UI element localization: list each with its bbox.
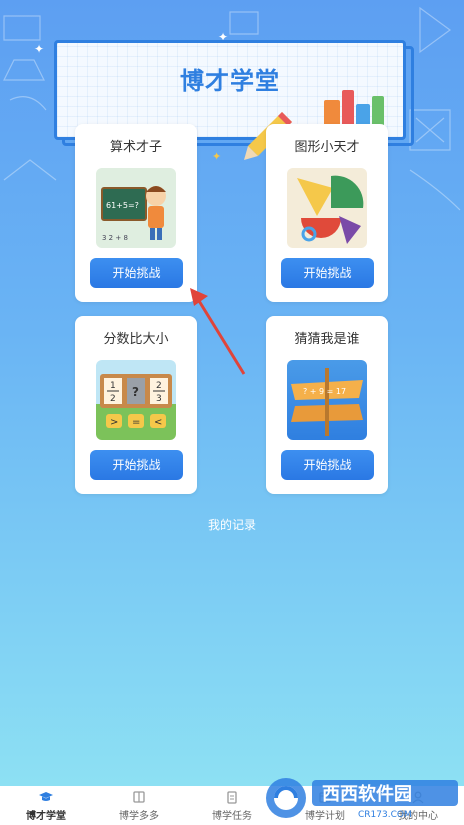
guess-illustration: ? + 9 = 17 <box>287 360 367 440</box>
watermark-url: CR173.COM <box>358 810 412 820</box>
svg-text:3: 3 <box>156 394 162 404</box>
start-challenge-button[interactable]: 开始挑战 <box>90 258 183 288</box>
game-card-shapes: 图形小天才 开始挑战 <box>266 124 388 302</box>
nav-label: 博学多多 <box>119 811 159 822</box>
nav-item-bocai-xuetang[interactable]: 博才学堂 <box>0 786 92 825</box>
sparkle-icon: ✦ <box>212 150 222 163</box>
nav-item-boxue-duoduo[interactable]: 博学多多 <box>93 786 185 825</box>
card-title: 图形小天才 <box>294 140 360 155</box>
svg-text:2: 2 <box>110 394 116 404</box>
fractions-illustration: 1 2 ? 2 3 > = < <box>96 360 176 440</box>
card-title: 分数比大小 <box>103 332 169 347</box>
svg-text:>: > <box>110 417 118 428</box>
clipboard-icon <box>227 791 237 804</box>
sparkle-icon: ✦ <box>34 42 45 56</box>
start-challenge-button[interactable]: 开始挑战 <box>90 450 183 480</box>
book-icon <box>133 791 145 803</box>
svg-text:? + 9 = 17: ? + 9 = 17 <box>303 387 346 396</box>
start-challenge-button[interactable]: 开始挑战 <box>281 450 374 480</box>
svg-text:3 2 + 8: 3 2 + 8 <box>102 234 128 242</box>
game-card-fractions: 分数比大小 1 2 ? 2 3 > = < 开始挑战 <box>75 316 197 494</box>
svg-text:2: 2 <box>156 381 162 391</box>
svg-text:=: = <box>132 417 140 428</box>
graduation-cap-icon <box>39 792 53 801</box>
board-equation: 61+5=? <box>106 201 139 210</box>
svg-text:1: 1 <box>110 381 116 391</box>
card-title: 算术才子 <box>109 140 162 155</box>
svg-text:<: < <box>154 417 162 428</box>
start-challenge-button[interactable]: 开始挑战 <box>281 258 374 288</box>
my-records-link[interactable]: 我的记录 <box>0 516 464 533</box>
game-card-guess: 猜猜我是谁 ? + 9 = 17 开始挑战 <box>266 316 388 494</box>
card-title: 猜猜我是谁 <box>294 332 360 347</box>
game-card-arithmetic: 算术才子 61+5=? 3 2 + 8 开始挑战 <box>75 124 197 302</box>
shapes-illustration <box>287 168 367 248</box>
arithmetic-illustration: 61+5=? 3 2 + 8 <box>96 168 176 248</box>
svg-text:?: ? <box>132 385 139 399</box>
watermark-brand: 西西软件园 <box>322 783 412 805</box>
site-watermark-logo: 西西软件园 CR173.COM <box>266 778 458 820</box>
nav-label: 博才学堂 <box>26 811 66 822</box>
annotation-arrow <box>190 288 246 375</box>
